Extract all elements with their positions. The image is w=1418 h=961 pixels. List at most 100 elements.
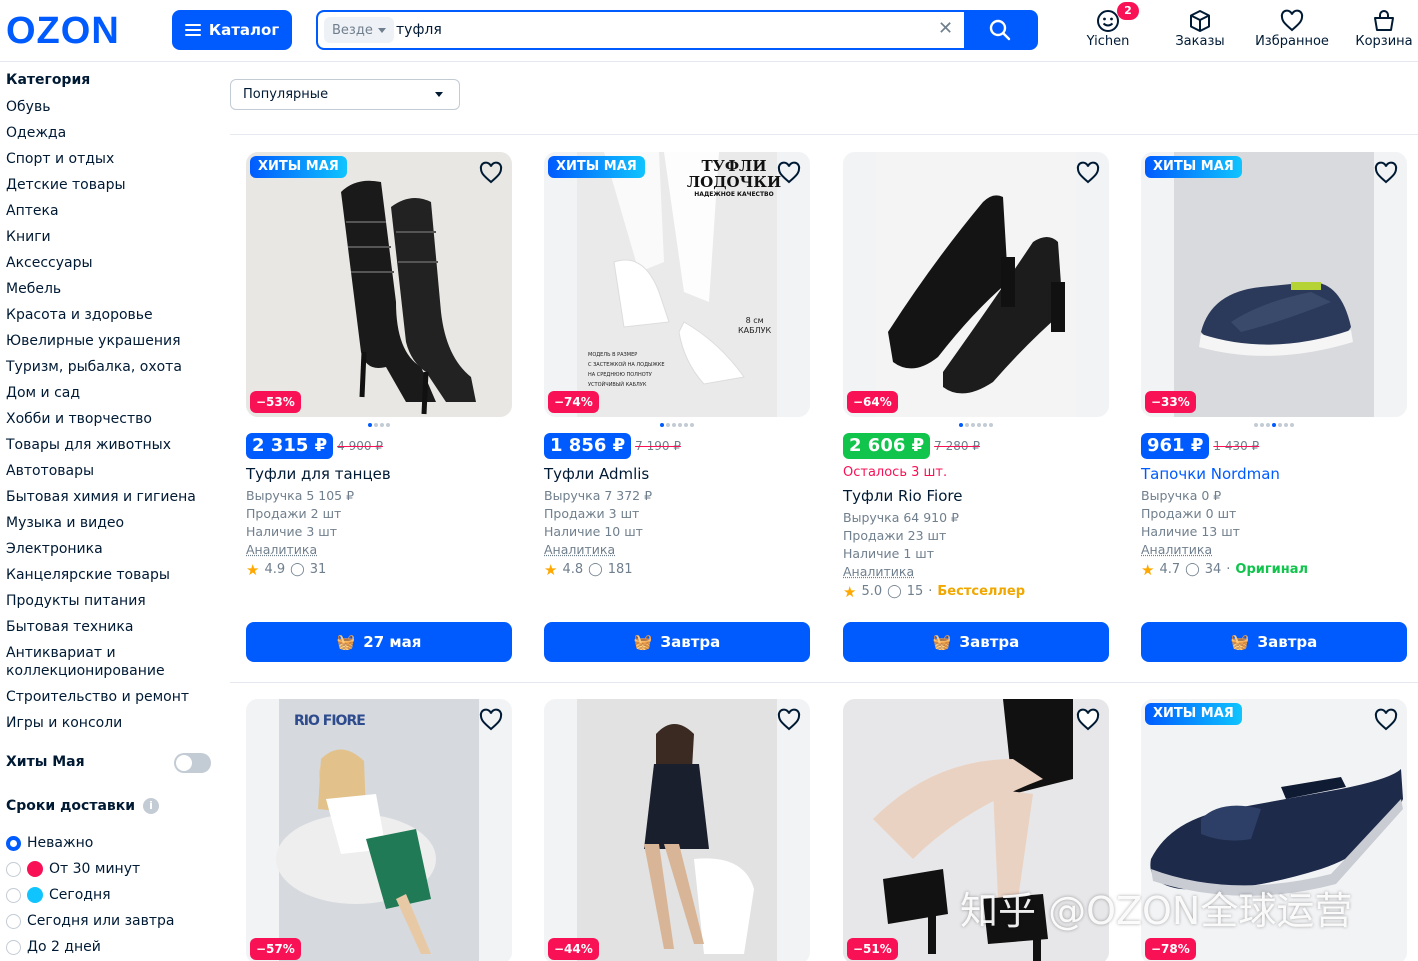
favorite-heart-icon[interactable] [478,707,504,733]
nav-profile[interactable]: 2 Yichen [1063,2,1153,49]
delivery-option[interactable]: Сегодня или завтра [6,908,216,934]
radio-selected[interactable] [6,835,21,851]
product-image[interactable]: RIO FIORE −57% [246,699,512,961]
category-link[interactable]: Музыка и видео [6,510,216,536]
bestseller-label: Бестселлер [937,584,1026,599]
category-link[interactable]: Одежда [6,120,216,146]
category-link[interactable]: Туризм, рыбалка, охота [6,354,216,380]
add-to-cart-button[interactable]: 🧺 Завтра [544,622,810,662]
category-link[interactable]: Электроника [6,536,216,562]
image-caption: 8 см КАБЛУК [738,316,772,335]
search-button[interactable] [964,12,1036,48]
category-link[interactable]: Игры и консоли [6,710,216,736]
favorite-heart-icon[interactable] [1075,707,1101,733]
discount-badge: −44% [548,938,599,960]
hit-badge: ХИТЫ МАЯ [250,156,347,178]
old-price: 4 900 ₽ [337,439,383,453]
metric-revenue: Выручка 7 372 ₽ [544,488,653,503]
product-image[interactable]: −64% [843,152,1109,417]
rating-row: ★ 5.0 ◯ 15 · Бестселлер [843,583,1026,601]
category-link[interactable]: Продукты питания [6,588,216,614]
hits-filter[interactable]: Хиты Мая [6,750,216,776]
category-link[interactable]: Книги [6,224,216,250]
delivery-option[interactable]: Неважно [6,830,216,856]
cart-icon: 🧺 [1230,633,1250,651]
analytics-link[interactable]: Аналитика [544,541,810,559]
metric-revenue: Выручка 64 910 ₽ [843,510,960,525]
add-to-cart-button[interactable]: 🧺 Завтра [843,622,1109,662]
image-carousel-dots[interactable] [1141,423,1407,427]
category-link[interactable]: Антиквариат и коллекционирование [6,640,216,684]
analytics-link[interactable]: Аналитика [1141,541,1407,559]
favorite-heart-icon[interactable] [1373,707,1399,733]
brand-logo: RIO FIORE [294,713,366,729]
category-link[interactable]: Аксессуары [6,250,216,276]
category-link[interactable]: Автотовары [6,458,216,484]
model-photo [246,699,512,961]
nav-favorites[interactable]: Избранное [1247,8,1337,49]
radio[interactable] [6,887,21,903]
category-link[interactable]: Красота и здоровье [6,302,216,328]
favorite-heart-icon[interactable] [776,160,802,186]
boot-image [246,152,512,417]
ozon-logo[interactable]: OZON [6,11,120,51]
delivery-option[interactable]: До 2 дней [6,934,216,960]
category-link[interactable]: Аптека [6,198,216,224]
radio[interactable] [6,861,21,877]
sort-select[interactable]: Популярные [230,79,460,110]
analytics-link[interactable]: Аналитика [843,563,1109,581]
product-title[interactable]: Туфли Admlis [544,464,810,484]
product-image[interactable]: ТУФЛИ ЛОДОЧКИ НАДЕЖНОЕ КАЧЕСТВО 8 см КАБЛУК… [544,152,810,417]
product-image[interactable]: ХИТЫ МАЯ −33% [1141,152,1407,417]
category-link[interactable]: Бытовая техника [6,614,216,640]
rating-row: ★ 4.8 ◯ 181 [544,561,633,579]
favorite-heart-icon[interactable] [478,160,504,186]
category-link[interactable]: Бытовая химия и гигиена [6,484,216,510]
radio[interactable] [6,939,21,955]
nav-cart[interactable]: Корзина [1339,8,1418,49]
delivery-option[interactable]: Сегодня [6,882,216,908]
discount-badge: −57% [250,938,301,960]
cart-icon: 🧺 [633,633,653,651]
add-to-cart-button[interactable]: 🧺 27 мая [246,622,512,662]
category-link[interactable]: Строительство и ремонт [6,684,216,710]
favorite-heart-icon[interactable] [1373,160,1399,186]
category-link[interactable]: Канцелярские товары [6,562,216,588]
category-link[interactable]: Спорт и отдых [6,146,216,172]
category-link[interactable]: Обувь [6,94,216,120]
product-title[interactable]: Тапочки Nordman [1141,464,1407,484]
hit-badge: ХИТЫ МАЯ [548,156,645,178]
category-link[interactable]: Ювелирные украшения [6,328,216,354]
metric-stock: Наличие 3 шт [246,524,337,539]
search-scope-select[interactable]: Везде [324,17,394,43]
category-link[interactable]: Хобби и творчество [6,406,216,432]
category-link[interactable]: Мебель [6,276,216,302]
product-title[interactable]: Туфли Rio Fiore [843,486,1109,506]
info-icon[interactable]: i [143,798,160,814]
add-to-cart-button[interactable]: 🧺 Завтра [1141,622,1407,662]
delivery-option[interactable]: От 30 минут [6,856,216,882]
clear-icon[interactable]: ✕ [938,19,953,39]
stock-warning: Осталось 3 шт. [843,465,948,480]
category-link[interactable]: Детские товары [6,172,216,198]
search-input[interactable] [396,17,936,43]
search-bar: Везде ✕ [316,10,1038,50]
radio[interactable] [6,913,21,929]
product-image[interactable]: ХИТЫ МАЯ −53% [246,152,512,417]
category-title: Категория [6,72,91,88]
product-title[interactable]: Туфли для танцев [246,464,512,484]
image-carousel-dots[interactable] [843,423,1109,427]
category-link[interactable]: Товары для животных [6,432,216,458]
product-image[interactable]: −44% [544,699,810,961]
image-carousel-dots[interactable] [544,423,810,427]
favorite-heart-icon[interactable] [776,707,802,733]
analytics-link[interactable]: Аналитика [246,541,512,559]
discount-badge: −33% [1145,391,1196,413]
favorite-heart-icon[interactable] [1075,160,1101,186]
metric-sales: Продажи 0 шт [1141,506,1237,521]
catalog-button[interactable]: Каталог [172,10,292,50]
category-link[interactable]: Дом и сад [6,380,216,406]
image-carousel-dots[interactable] [246,423,512,427]
nav-orders[interactable]: Заказы [1155,8,1245,49]
hits-toggle[interactable] [174,753,211,773]
